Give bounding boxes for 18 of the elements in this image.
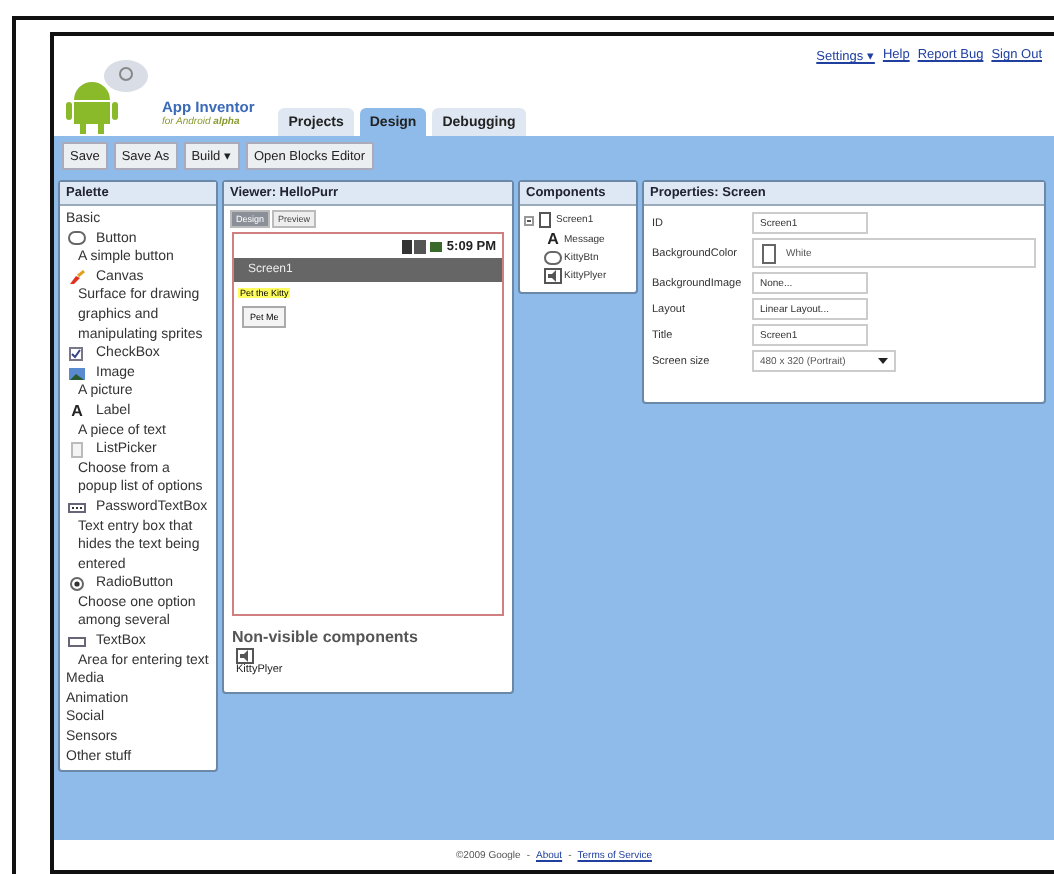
phone-icon: [536, 212, 554, 228]
caret-icon: [878, 358, 888, 364]
section-title: Non-visible components: [230, 626, 420, 648]
button-icon: [544, 250, 562, 266]
radio-button-icon: [68, 576, 86, 593]
image-icon: [68, 365, 86, 382]
collapse-icon[interactable]: [524, 215, 534, 225]
button-icon: [68, 230, 86, 247]
paintbrush-icon: [68, 269, 86, 286]
label-icon: A: [68, 402, 86, 421]
text-box-icon: [68, 633, 86, 650]
status-icons: [402, 239, 443, 253]
speaker-icon: [544, 268, 562, 284]
speaker-icon: [236, 648, 254, 664]
label-icon: A: [544, 230, 562, 248]
checkbox-icon: [68, 345, 86, 362]
password-field-icon: [68, 499, 86, 516]
list-icon: [68, 441, 86, 458]
